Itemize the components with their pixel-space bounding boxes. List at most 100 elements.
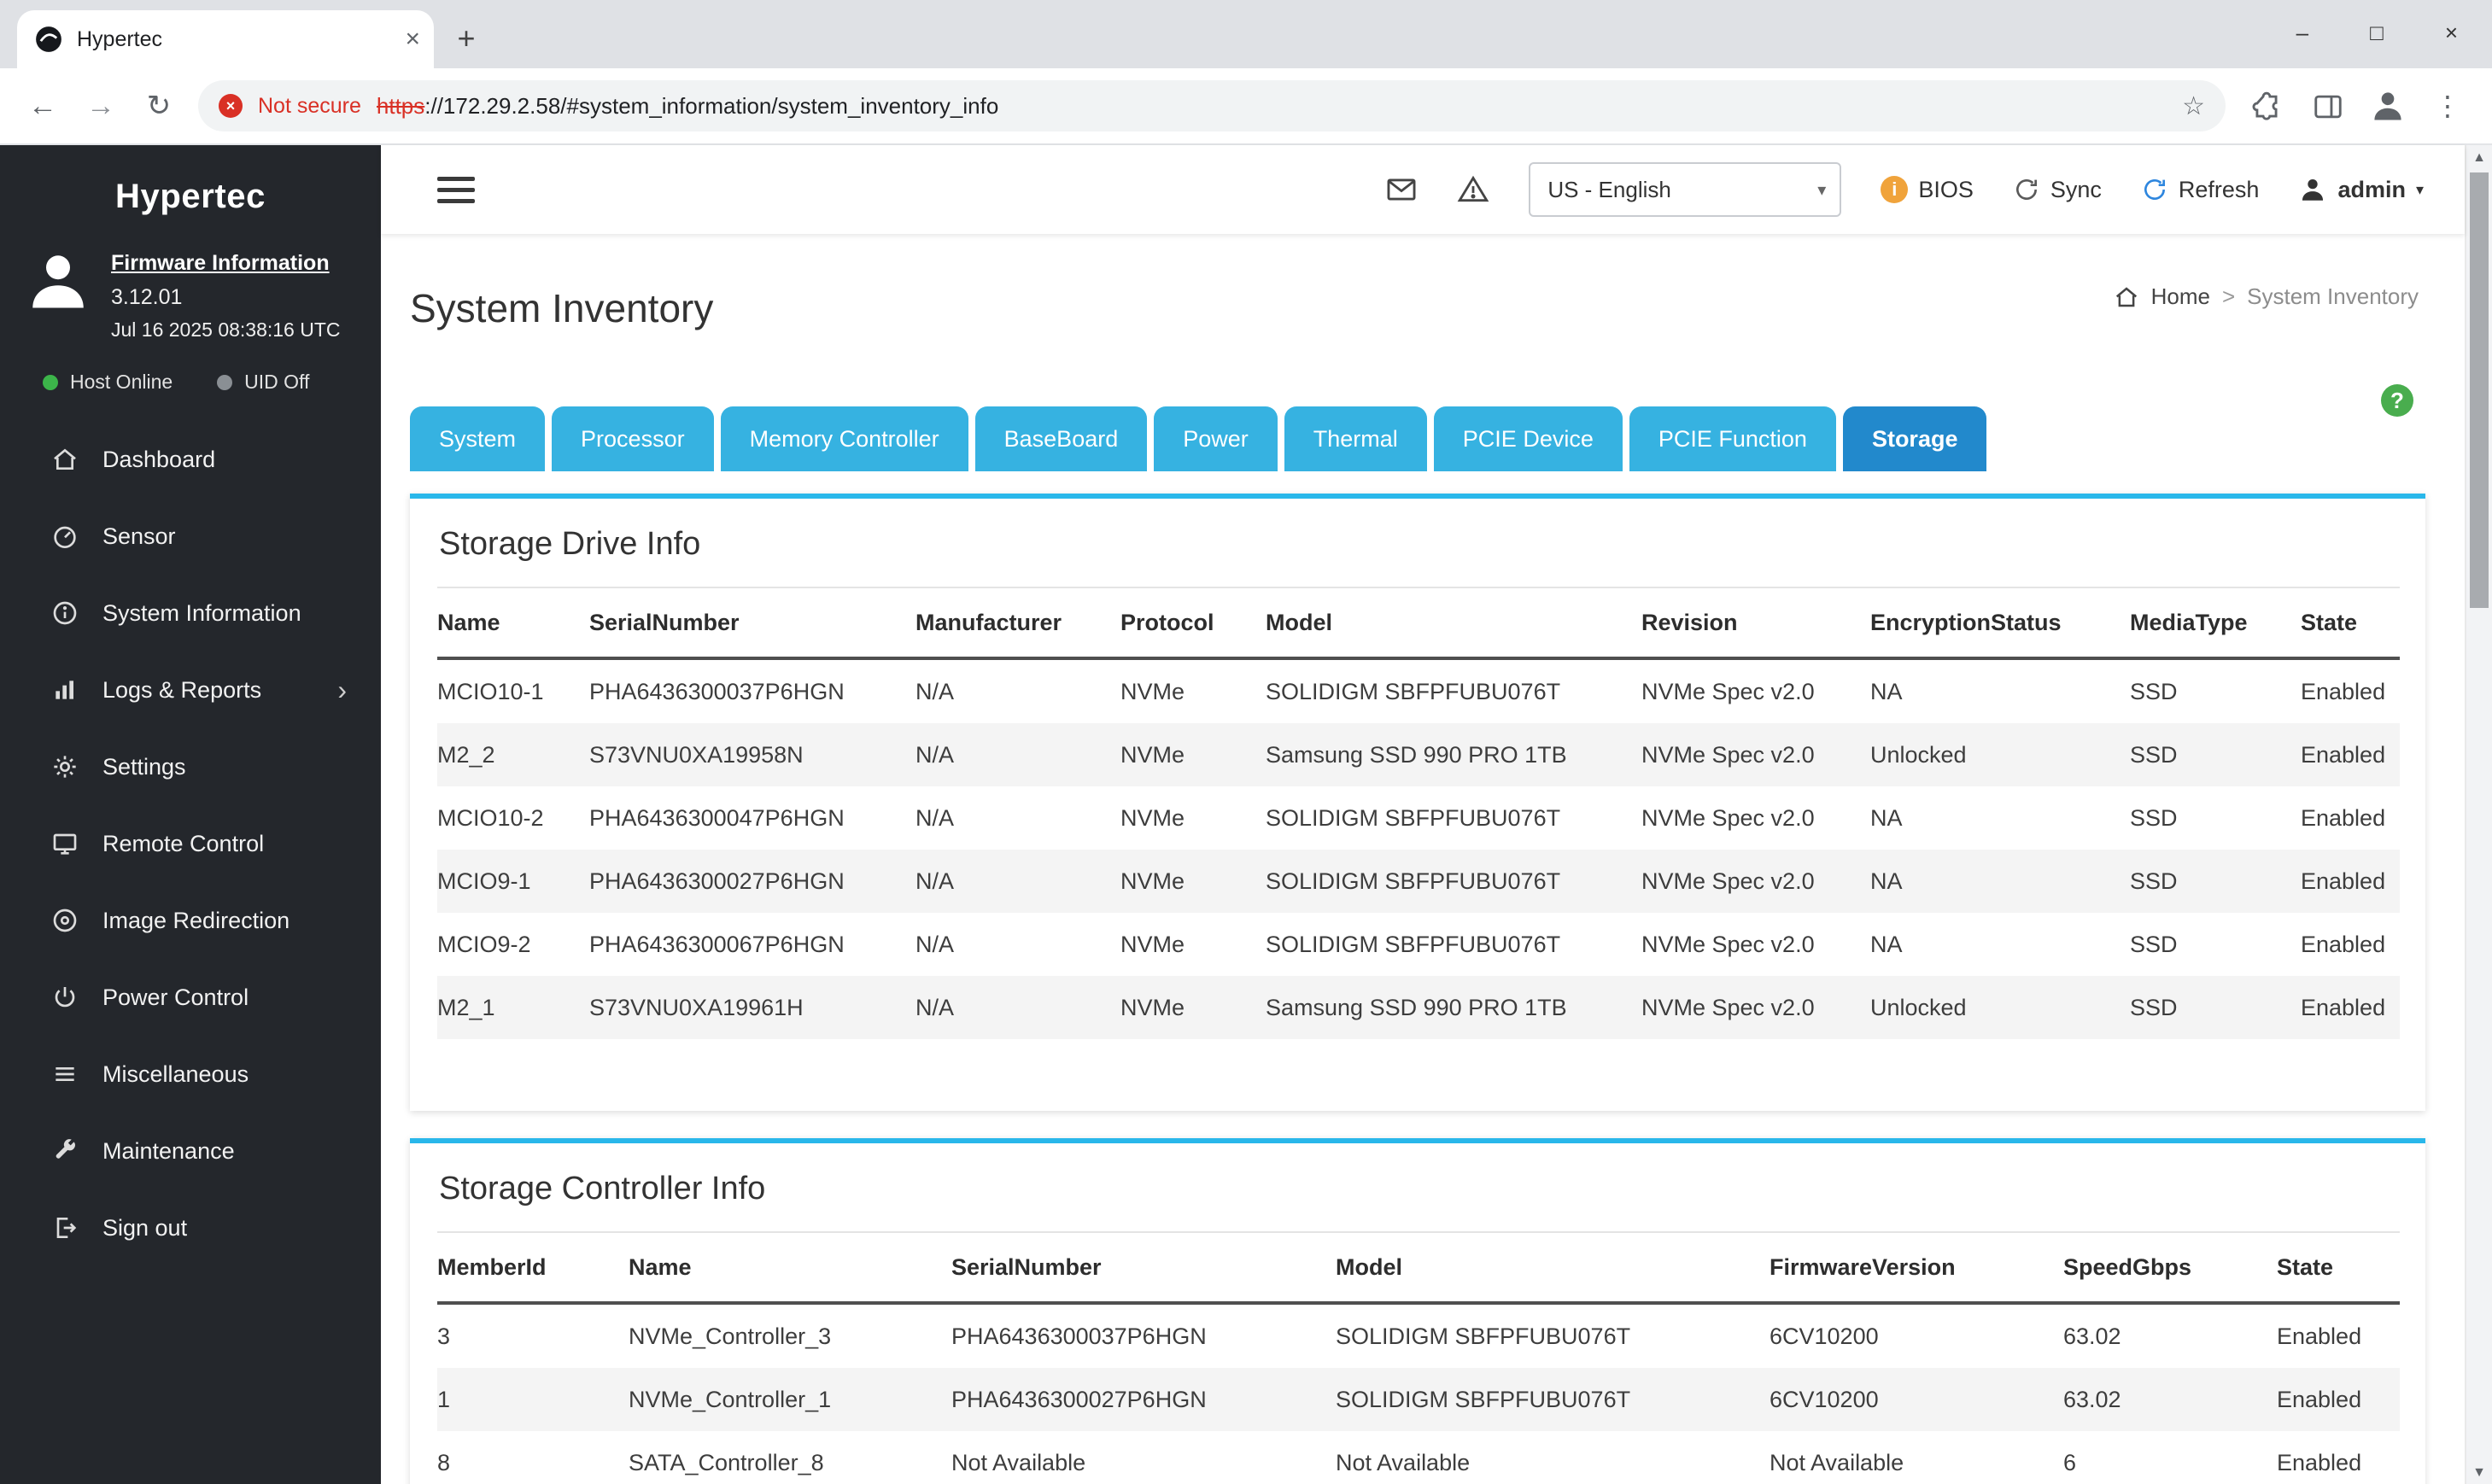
reload-button[interactable]: ↻ xyxy=(140,89,178,123)
bios-label: BIOS xyxy=(1918,176,1974,202)
breadcrumb-home[interactable]: Home xyxy=(2151,283,2210,310)
column-header-mediatype: MediaType xyxy=(2130,587,2301,660)
cell: N/A xyxy=(915,931,955,957)
page-scrollbar[interactable]: ▲ ▼ xyxy=(2465,145,2492,1484)
cell: SATA_Controller_8 xyxy=(629,1449,824,1475)
window-minimize-button[interactable]: – xyxy=(2296,20,2308,46)
breadcrumb-current: System Inventory xyxy=(2247,283,2419,309)
sidebar-item-miscellaneous[interactable]: Miscellaneous xyxy=(0,1036,381,1113)
browser-chrome: Hypertec × + – □ × ← → ↻ × Not secure ht… xyxy=(0,0,2492,145)
cell: Enabled xyxy=(2277,1323,2362,1349)
back-button[interactable]: ← xyxy=(24,90,61,123)
cell: NVMe xyxy=(1120,741,1185,768)
cell: Not Available xyxy=(1770,1449,1904,1475)
tab-close-icon[interactable]: × xyxy=(405,26,420,52)
tab-system[interactable]: System xyxy=(410,406,546,471)
power-control-icon xyxy=(51,984,79,1011)
forward-button[interactable]: → xyxy=(82,90,120,123)
refresh-icon xyxy=(2144,179,2165,200)
maintenance-icon xyxy=(51,1137,79,1165)
image-redirection-icon xyxy=(51,907,79,934)
address-bar[interactable]: × Not secure https://172.29.2.58/#system… xyxy=(198,80,2226,131)
cell: NA xyxy=(1870,678,1903,704)
sidebar-item-sensor[interactable]: Sensor xyxy=(0,498,381,575)
url-rest: ://172.29.2.58/#system_information/syste… xyxy=(424,92,999,119)
extensions-icon[interactable] xyxy=(2246,89,2287,123)
scroll-down-icon[interactable]: ▼ xyxy=(2466,1460,2492,1484)
sidebar-item-image-redirection[interactable]: Image Redirection xyxy=(0,882,381,959)
browser-tab[interactable]: Hypertec × xyxy=(17,10,434,68)
cell: SOLIDIGM SBFPFUBU076T xyxy=(1266,804,1561,831)
window-maximize-button[interactable]: □ xyxy=(2370,20,2384,46)
table-row: MCIO9-1 PHA6436300027P6HGN N/A NVMe SOLIDIGM… xyxy=(437,850,2400,913)
help-icon[interactable]: ? xyxy=(2381,384,2413,417)
tab-power[interactable]: Power xyxy=(1154,406,1278,471)
sidebar-item-power-control[interactable]: Power Control xyxy=(0,959,381,1036)
section-title-drive-info: Storage Drive Info xyxy=(439,526,701,562)
language-select[interactable]: US - English ▾ xyxy=(1529,162,1842,217)
tab-memory-controller[interactable]: Memory Controller xyxy=(720,406,968,471)
cell: PHA6436300037P6HGN xyxy=(951,1323,1207,1349)
sidebar-item-sign-out[interactable]: Sign out xyxy=(0,1189,381,1266)
sync-label: Sync xyxy=(2050,176,2102,202)
sidebar-item-remote-control[interactable]: Remote Control xyxy=(0,805,381,882)
cell: NVMe Spec v2.0 xyxy=(1641,931,1815,957)
cell: S73VNU0XA19961H xyxy=(589,994,804,1020)
profile-avatar-icon[interactable] xyxy=(2369,87,2407,125)
tab-thermal[interactable]: Thermal xyxy=(1284,406,1427,471)
url-text[interactable]: https://172.29.2.58/#system_information/… xyxy=(377,93,2167,120)
cell: 8 xyxy=(437,1449,451,1475)
cell: SOLIDIGM SBFPFUBU076T xyxy=(1336,1386,1631,1412)
language-value: US - English xyxy=(1547,176,1671,202)
tab-pcie-function[interactable]: PCIE Function xyxy=(1629,406,1836,471)
sensor-icon xyxy=(51,523,79,550)
sync-button[interactable]: Sync xyxy=(2013,176,2102,203)
scrollbar-thumb[interactable] xyxy=(2470,172,2489,608)
cell: SOLIDIGM SBFPFUBU076T xyxy=(1266,931,1561,957)
bookmark-star-icon[interactable]: ☆ xyxy=(2182,91,2205,121)
cell: N/A xyxy=(915,994,955,1020)
menu-toggle-icon[interactable] xyxy=(437,176,475,203)
cell: S73VNU0XA19958N xyxy=(589,741,804,768)
sidebar-item-label: Image Redirection xyxy=(102,907,290,933)
scroll-up-icon[interactable]: ▲ xyxy=(2466,145,2492,171)
new-tab-button[interactable]: + xyxy=(444,20,488,56)
cell: Enabled xyxy=(2301,741,2386,768)
remote-control-icon xyxy=(51,830,79,857)
not-secure-label[interactable]: Not secure xyxy=(258,94,361,119)
refresh-button[interactable]: Refresh xyxy=(2141,176,2259,203)
cell: PHA6436300027P6HGN xyxy=(951,1386,1207,1412)
browser-menu-icon[interactable]: ⋮ xyxy=(2427,90,2468,122)
sidebar-item-maintenance[interactable]: Maintenance xyxy=(0,1113,381,1189)
cell: SSD xyxy=(2130,741,2178,768)
section-title-controller-info: Storage Controller Info xyxy=(439,1171,766,1206)
firmware-date: Jul 16 2025 08:38:16 UTC xyxy=(111,318,341,341)
side-panel-icon[interactable] xyxy=(2308,89,2349,123)
sidebar-item-settings[interactable]: Settings xyxy=(0,728,381,805)
alert-warning-icon[interactable] xyxy=(1457,173,1489,206)
column-header-model: Model xyxy=(1336,1231,1770,1305)
tab-baseboard[interactable]: BaseBoard xyxy=(974,406,1148,471)
window-close-button[interactable]: × xyxy=(2445,20,2458,46)
tab-processor[interactable]: Processor xyxy=(552,406,714,471)
bios-button[interactable]: i BIOS xyxy=(1881,176,1974,203)
firmware-information-link[interactable]: Firmware Information xyxy=(111,251,330,276)
mail-notification-icon[interactable] xyxy=(1385,173,1418,206)
app: Hypertec Firmware Information 3.12.01 Ju… xyxy=(0,145,2492,1484)
sidebar-item-dashboard[interactable]: Dashboard xyxy=(0,421,381,498)
column-header-manufacturer: Manufacturer xyxy=(915,587,1120,660)
breadcrumb-separator: > xyxy=(2221,283,2236,309)
tab-storage[interactable]: Storage xyxy=(1842,406,1987,471)
user-menu[interactable]: admin ▾ xyxy=(2298,175,2424,204)
column-header-state: State xyxy=(2277,1231,2400,1305)
not-secure-icon: × xyxy=(219,94,243,118)
cell: 63.02 xyxy=(2063,1386,2121,1412)
sidebar-item-system-information[interactable]: System Information xyxy=(0,575,381,651)
cell: Enabled xyxy=(2301,678,2386,704)
storage-controller-info-card: Storage Controller Info MemberId Name Seri… xyxy=(410,1138,2425,1484)
cell: Enabled xyxy=(2277,1449,2362,1475)
tab-pcie-device[interactable]: PCIE Device xyxy=(1433,406,1623,471)
table-row: 8 SATA_Controller_8 Not Available Not Avail… xyxy=(437,1431,2400,1484)
sidebar-item-logs-reports[interactable]: Logs & Reports › xyxy=(0,651,381,728)
cell: N/A xyxy=(915,804,955,831)
